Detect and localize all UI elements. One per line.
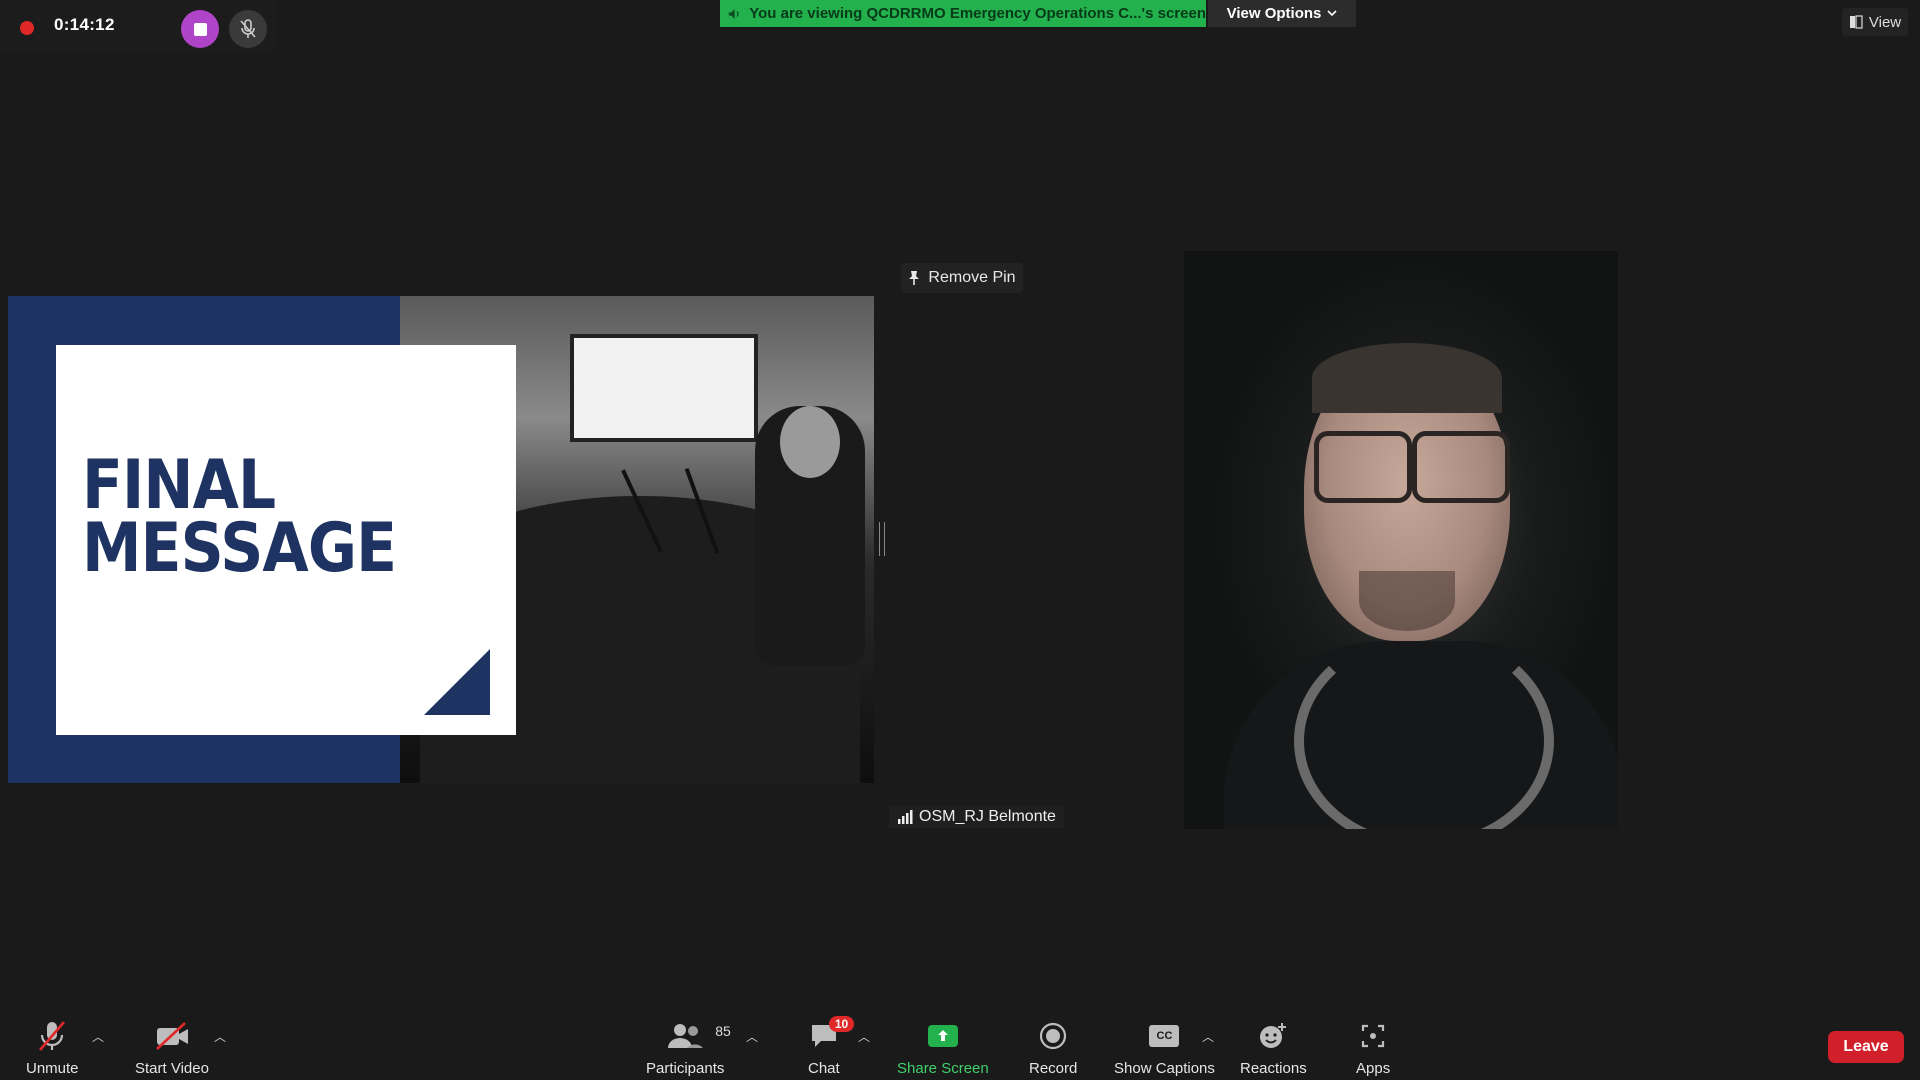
recording-mic-button[interactable] <box>229 10 267 48</box>
video-options-chevron-icon[interactable]: ︿ <box>214 1028 226 1045</box>
start-video-label: Start Video <box>135 1060 209 1077</box>
share-screen-button[interactable]: Share Screen <box>897 1018 989 1077</box>
start-video-button[interactable]: Start Video <box>135 1018 209 1077</box>
view-label: View <box>1868 13 1902 31</box>
record-label: Record <box>1029 1060 1078 1077</box>
slide-corner-triangle <box>424 649 490 715</box>
participants-label: Participants <box>646 1060 725 1077</box>
participant-name: OSM_RJ Belmonte <box>919 808 1056 825</box>
participant-video[interactable] <box>1184 251 1618 829</box>
participants-count: 85 <box>715 1023 731 1039</box>
remove-pin-label: Remove Pin <box>928 269 1016 286</box>
chat-label: Chat <box>808 1060 840 1077</box>
participants-icon <box>668 1024 704 1048</box>
slide-title: FINAL MESSAGE <box>82 452 397 588</box>
view-button[interactable]: View <box>1842 8 1908 36</box>
share-screen-icon <box>927 1025 958 1047</box>
participant-name-tag: OSM_RJ Belmonte <box>889 806 1064 828</box>
reactions-label: Reactions <box>1240 1060 1307 1077</box>
apps-icon <box>1361 1024 1385 1048</box>
signal-strength-icon <box>898 810 913 824</box>
audio-options-chevron-icon[interactable]: ︿ <box>92 1028 104 1045</box>
participants-options-chevron-icon[interactable]: ︿ <box>746 1028 758 1045</box>
participants-button[interactable]: 85 Participants <box>646 1018 731 1077</box>
resize-handle[interactable] <box>879 522 885 556</box>
view-layout-icon <box>1849 15 1863 29</box>
mic-muted-icon <box>39 1021 66 1051</box>
unmute-label: Unmute <box>26 1060 79 1077</box>
pin-icon <box>909 271 920 285</box>
mic-muted-icon <box>240 19 256 38</box>
reactions-button[interactable]: Reactions <box>1240 1018 1307 1077</box>
chat-options-chevron-icon[interactable]: ︿ <box>858 1028 870 1045</box>
chat-button[interactable]: 10 Chat <box>808 1016 855 1077</box>
banner-text: You are viewing QCDRRMO Emergency Operat… <box>749 5 1206 22</box>
stop-icon <box>193 22 207 36</box>
leave-button[interactable]: Leave <box>1828 1031 1904 1063</box>
screen-share-banner: You are viewing QCDRRMO Emergency Operat… <box>720 0 1206 27</box>
captions-options-chevron-icon[interactable]: ︿ <box>1202 1028 1214 1045</box>
reactions-icon <box>1260 1023 1287 1048</box>
view-options-label: View Options <box>1226 5 1322 22</box>
record-button[interactable]: Record <box>1029 1018 1077 1077</box>
recording-timer: 0:14:12 <box>54 15 115 34</box>
video-off-icon <box>156 1022 188 1050</box>
record-icon <box>1040 1022 1067 1050</box>
apps-label: Apps <box>1356 1060 1391 1077</box>
share-screen-label: Share Screen <box>897 1060 989 1077</box>
unmute-button[interactable]: Unmute <box>26 1018 79 1077</box>
apps-button[interactable]: Apps <box>1356 1018 1390 1077</box>
remove-pin-button[interactable]: Remove Pin <box>901 263 1023 293</box>
slide-title-line2: MESSAGE <box>82 508 397 588</box>
slide-card: FINAL MESSAGE <box>56 345 516 735</box>
shared-screen: FINAL MESSAGE <box>8 296 874 783</box>
show-captions-label: Show Captions <box>1114 1060 1215 1077</box>
show-captions-button[interactable]: CC Show Captions <box>1114 1018 1215 1077</box>
chat-unread-badge: 10 <box>828 1016 855 1032</box>
view-options-button[interactable]: View Options <box>1208 0 1356 27</box>
chevron-down-icon <box>1327 10 1337 17</box>
stop-recording-button[interactable] <box>181 10 219 48</box>
speaker-icon <box>728 8 739 19</box>
recording-indicator-icon <box>20 21 34 35</box>
captions-icon: CC <box>1149 1025 1180 1047</box>
